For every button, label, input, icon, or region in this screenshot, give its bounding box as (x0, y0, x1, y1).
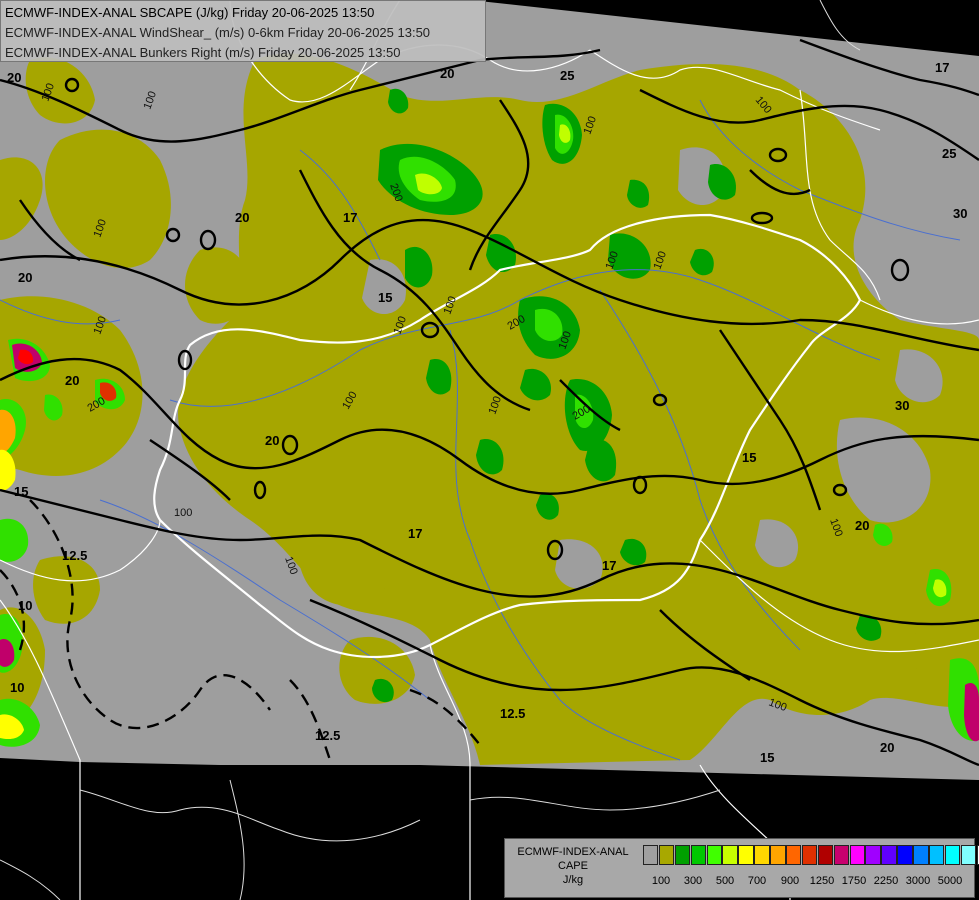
contour-label: 17 (408, 526, 422, 541)
contour-label: 20 (440, 66, 454, 81)
legend-title-unit: J/kg (562, 874, 584, 886)
contour-label: 15 (378, 290, 392, 305)
contour-label: 17 (602, 558, 616, 573)
legend-swatch (690, 845, 707, 865)
legend-tick-label: 100 (651, 875, 671, 887)
legend-swatch (770, 845, 786, 865)
legend-tick-label: 5000 (937, 875, 963, 887)
map-title-box: ECMWF-INDEX-ANAL SBCAPE (J/kg) Friday 20… (0, 0, 486, 62)
legend-swatch (913, 845, 929, 865)
legend-swatch (881, 845, 897, 865)
contour-label: 20 (18, 270, 32, 285)
legend-swatch (722, 845, 738, 865)
contour-label: 20 (880, 740, 894, 755)
contour-label: 20 (855, 518, 869, 533)
contour-label: 15 (14, 484, 28, 499)
legend-tick-label: 700 (747, 875, 767, 887)
legend-title-model: ECMWF-INDEX-ANAL (517, 846, 629, 858)
legend-swatch (801, 845, 818, 865)
contour-label: 17 (935, 60, 949, 75)
legend-swatch (643, 845, 659, 865)
legend-tick-label: 2250 (873, 875, 899, 887)
contour-label: 20 (235, 210, 249, 225)
contour-label: 10 (10, 680, 24, 695)
legend-ticks: 100 300 500 700 900 1250 1750 2250 3000 5000 (641, 875, 971, 889)
cape-label: 100 (174, 507, 192, 519)
legend-swatch (817, 845, 834, 865)
weather-map: 20 25 17 25 30 20 17 15 20 20 15 20 12.5… (0, 0, 979, 900)
contour-label: 20 (265, 433, 279, 448)
contour-label: 15 (742, 450, 756, 465)
legend-tick-label: 3000 (905, 875, 931, 887)
contour-label: 25 (942, 146, 956, 161)
contour-label: 30 (953, 206, 967, 221)
legend-swatch (929, 845, 945, 865)
contour-label: 12.5 (62, 548, 87, 563)
legend-tick-label: 500 (715, 875, 735, 887)
contour-label: 12.5 (500, 706, 525, 721)
title-windshear: ECMWF-INDEX-ANAL WindShear_ (m/s) 0-6km … (5, 25, 431, 40)
legend-swatch (865, 845, 881, 865)
contour-label: 25 (560, 68, 574, 83)
contour-label: 20 (7, 70, 21, 85)
contour-label: 30 (895, 398, 909, 413)
legend-swatch (833, 845, 850, 865)
legend-swatch (786, 845, 802, 865)
legend-swatches (643, 845, 979, 867)
cape-legend: ECMWF-INDEX-ANAL CAPE J/kg 100 300 500 700 9… (504, 838, 979, 898)
legend-tick-label: 1250 (809, 875, 835, 887)
contour-label: 17 (343, 210, 357, 225)
legend-swatch (897, 845, 913, 865)
contour-label: 12.5 (315, 728, 340, 743)
legend-tick-label: 900 (780, 875, 800, 887)
legend-tick-label: 1750 (841, 875, 867, 887)
legend-swatch (754, 845, 770, 865)
legend-title: ECMWF-INDEX-ANAL CAPE J/kg (505, 845, 641, 887)
contour-label: 10 (18, 598, 32, 613)
legend-swatch (960, 845, 977, 865)
legend-swatch (944, 845, 961, 865)
legend-swatch (738, 845, 754, 865)
title-bunkers: ECMWF-INDEX-ANAL Bunkers Right (m/s) Fri… (5, 45, 401, 60)
legend-swatch (706, 845, 722, 865)
title-sbcape: ECMWF-INDEX-ANAL SBCAPE (J/kg) Friday 20… (5, 5, 375, 20)
legend-swatch (849, 845, 865, 865)
contour-label: 15 (760, 750, 774, 765)
legend-swatch (674, 845, 691, 865)
legend-tick-label: 300 (683, 875, 703, 887)
contour-label: 20 (65, 373, 79, 388)
legend-swatch (658, 845, 675, 865)
legend-title-param: CAPE (558, 860, 588, 872)
